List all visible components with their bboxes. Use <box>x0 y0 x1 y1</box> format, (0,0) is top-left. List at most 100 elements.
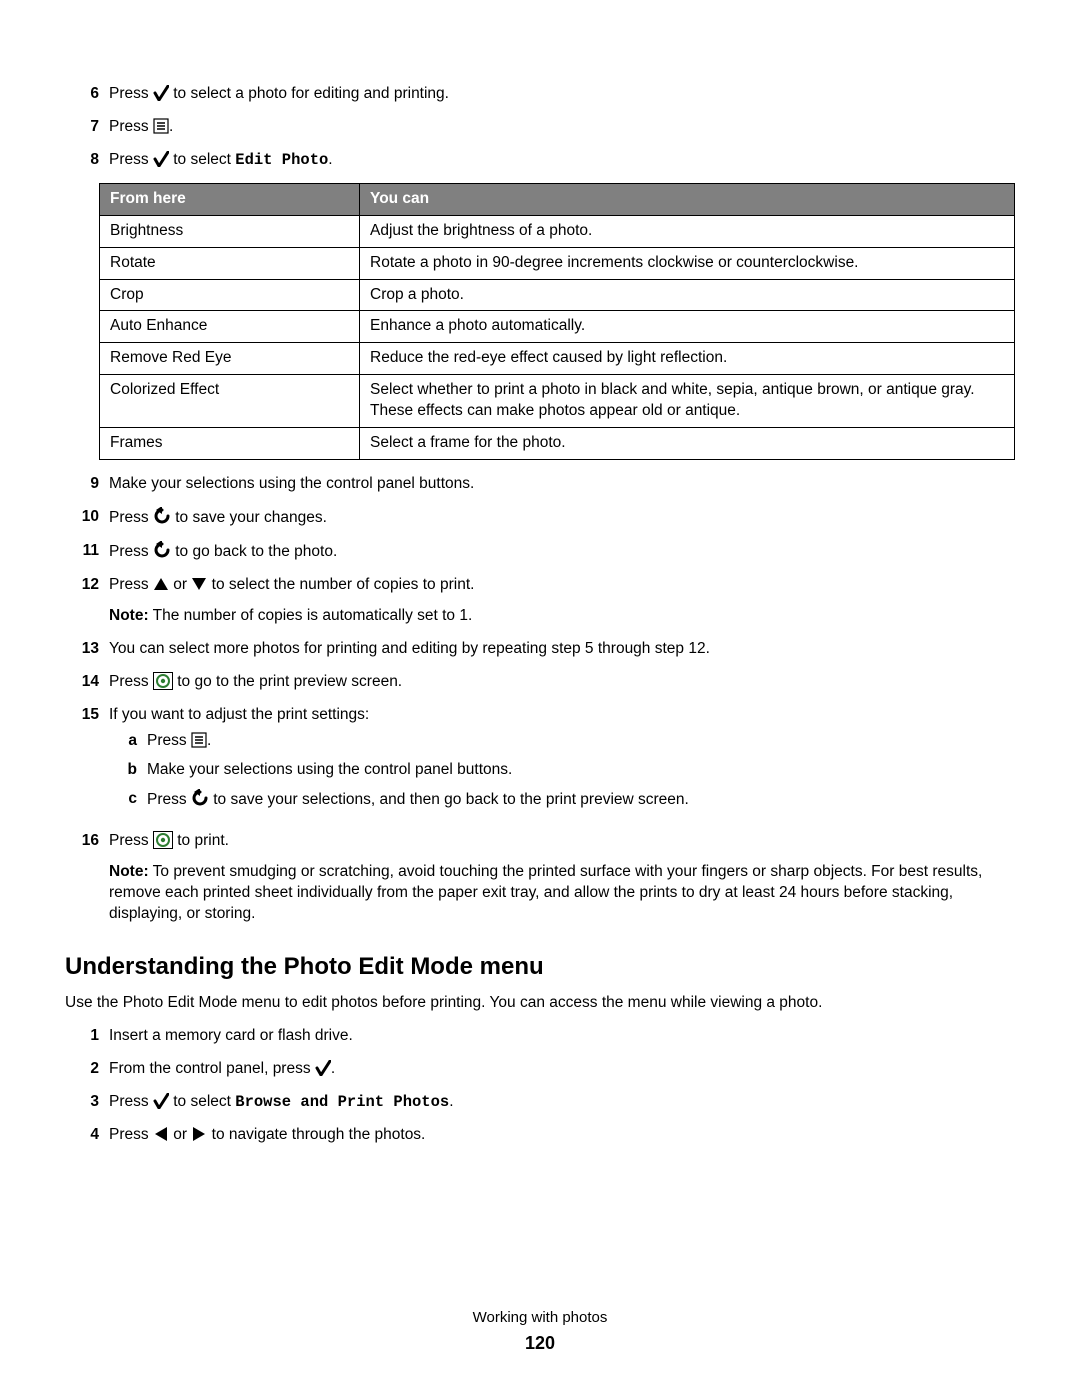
text: to save your changes. <box>171 509 327 526</box>
text: Press <box>147 791 191 808</box>
step-1: 1 Insert a memory card or flash drive. <box>65 1026 1015 1047</box>
step-12: 12 Press or to select the number of copi… <box>65 575 1015 627</box>
step-body: Press to select Browse and Print Photos. <box>109 1092 1015 1113</box>
text: to select the number of copies to print. <box>207 576 474 593</box>
step-number: 2 <box>65 1059 109 1080</box>
sub-letter: c <box>109 789 147 811</box>
section-heading: Understanding the Photo Edit Mode menu <box>65 951 1015 983</box>
cell: Brightness <box>100 215 360 247</box>
step-body: Make your selections using the control p… <box>109 474 1015 495</box>
start-icon <box>153 672 173 690</box>
text: . <box>328 151 332 168</box>
text: or <box>169 576 191 593</box>
table-header-row: From here You can <box>100 183 1015 215</box>
note-label: Note: <box>109 607 149 624</box>
check-icon <box>153 151 169 167</box>
sub-body: Press to save your selections, and then … <box>147 789 1015 811</box>
table-row: Auto EnhanceEnhance a photo automaticall… <box>100 311 1015 343</box>
note-label: Note: <box>109 863 149 880</box>
text: . <box>331 1060 335 1077</box>
steps-top: 6 Press to select a photo for editing an… <box>65 84 1015 171</box>
step-body: Insert a memory card or flash drive. <box>109 1026 1015 1047</box>
table-header: You can <box>360 183 1015 215</box>
start-icon <box>153 831 173 849</box>
cell: Adjust the brightness of a photo. <box>360 215 1015 247</box>
step-16: 16 Press to print. Note: To prevent smud… <box>65 831 1015 925</box>
cell: Rotate a photo in 90-degree increments c… <box>360 247 1015 279</box>
edit-photo-table: From here You can BrightnessAdjust the b… <box>99 183 1015 460</box>
text: Press <box>109 85 153 102</box>
step-number: 9 <box>65 474 109 495</box>
table-row: FramesSelect a frame for the photo. <box>100 428 1015 460</box>
left-arrow-icon <box>153 1126 169 1142</box>
footer-text: Working with photos <box>0 1308 1080 1328</box>
text: . <box>449 1093 453 1110</box>
substep-c: c Press to save your selections, and the… <box>109 789 1015 811</box>
menu-icon <box>191 732 207 748</box>
cell: Frames <box>100 428 360 460</box>
page-number: 120 <box>0 1331 1080 1355</box>
section2-steps: 1 Insert a memory card or flash drive. 2… <box>65 1026 1015 1146</box>
step-14: 14 Press to go to the print preview scre… <box>65 672 1015 693</box>
cell: Enhance a photo automatically. <box>360 311 1015 343</box>
step-6: 6 Press to select a photo for editing an… <box>65 84 1015 105</box>
sub-body: Make your selections using the control p… <box>147 760 1015 781</box>
table-row: RotateRotate a photo in 90-degree increm… <box>100 247 1015 279</box>
step-body: You can select more photos for printing … <box>109 639 1015 660</box>
step-number: 8 <box>65 150 109 171</box>
text: Press <box>109 543 153 560</box>
note-text: To prevent smudging or scratching, avoid… <box>109 863 982 922</box>
cell: Rotate <box>100 247 360 279</box>
step-body: Press to print. Note: To prevent smudgin… <box>109 831 1015 925</box>
cell: Crop <box>100 279 360 311</box>
back-icon <box>153 507 171 525</box>
text: Press <box>109 673 153 690</box>
text: to go back to the photo. <box>171 543 337 560</box>
step-4: 4 Press or to navigate through the photo… <box>65 1125 1015 1146</box>
step-11: 11 Press to go back to the photo. <box>65 541 1015 563</box>
note: Note: To prevent smudging or scratching,… <box>109 862 1015 925</box>
text: Press <box>109 151 153 168</box>
sub-letter: a <box>109 731 147 752</box>
table-row: Colorized EffectSelect whether to print … <box>100 375 1015 428</box>
step-body: From the control panel, press . <box>109 1059 1015 1080</box>
step-body: Press or to select the number of copies … <box>109 575 1015 627</box>
step-body: Press to go to the print preview screen. <box>109 672 1015 693</box>
text: Press <box>109 832 153 849</box>
step-body: Press to go back to the photo. <box>109 541 1015 563</box>
section-intro: Use the Photo Edit Mode menu to edit pho… <box>65 993 1015 1014</box>
sub-body: Press . <box>147 731 1015 752</box>
substep-a: a Press . <box>109 731 1015 752</box>
step-13: 13 You can select more photos for printi… <box>65 639 1015 660</box>
back-icon <box>191 789 209 807</box>
step-body: Press to select Edit Photo. <box>109 150 1015 171</box>
text: From the control panel, press <box>109 1060 315 1077</box>
step-7: 7 Press . <box>65 117 1015 138</box>
step-number: 7 <box>65 117 109 138</box>
text: . <box>169 118 173 135</box>
step-number: 11 <box>65 541 109 563</box>
text: Press <box>147 732 191 749</box>
text: If you want to adjust the print settings… <box>109 706 369 723</box>
page-footer: Working with photos 120 <box>0 1308 1080 1355</box>
steps-mid: 9 Make your selections using the control… <box>65 474 1015 925</box>
down-arrow-icon <box>191 576 207 592</box>
text: to select <box>169 151 235 168</box>
check-icon <box>315 1060 331 1076</box>
step-body: Press to select a photo for editing and … <box>109 84 1015 105</box>
menu-icon <box>153 118 169 134</box>
cell: Auto Enhance <box>100 311 360 343</box>
step-number: 1 <box>65 1026 109 1047</box>
mono-text: Browse and Print Photos <box>235 1093 449 1111</box>
step-9: 9 Make your selections using the control… <box>65 474 1015 495</box>
text: Press <box>109 118 153 135</box>
text: Press <box>109 509 153 526</box>
note: Note: The number of copies is automatica… <box>109 606 1015 627</box>
step-10: 10 Press to save your changes. <box>65 507 1015 529</box>
step-number: 6 <box>65 84 109 105</box>
cell: Select a frame for the photo. <box>360 428 1015 460</box>
text: or <box>169 1126 191 1143</box>
check-icon <box>153 85 169 101</box>
text: . <box>207 732 211 749</box>
text: to navigate through the photos. <box>207 1126 425 1143</box>
